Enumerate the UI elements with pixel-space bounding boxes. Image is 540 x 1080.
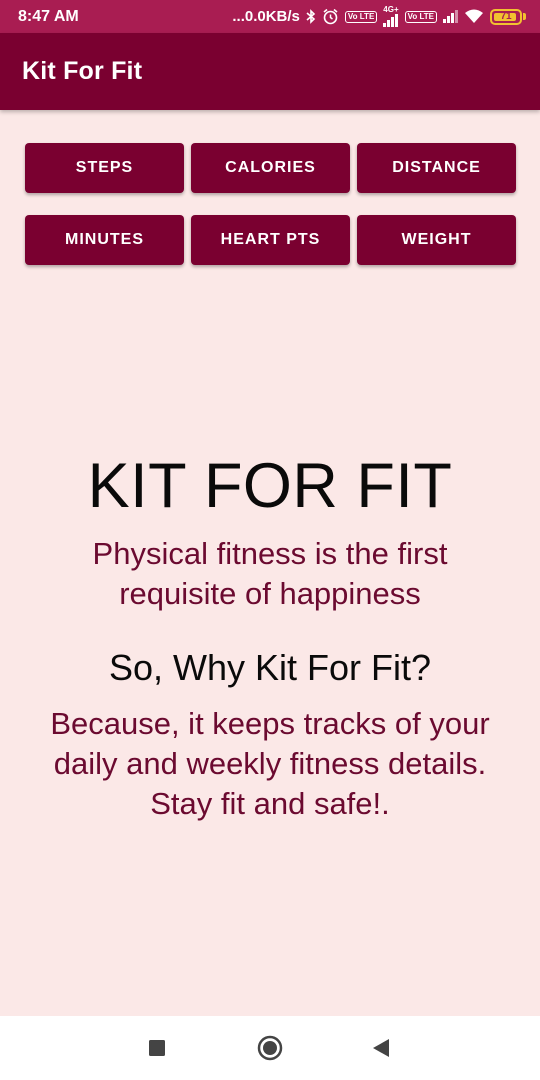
recents-square-icon[interactable] [149, 1040, 165, 1056]
app-bar: Kit For Fit [0, 33, 540, 110]
signal-4g-icon: 4G+ [383, 5, 399, 27]
network-type-label: 4G+ [383, 5, 399, 14]
back-triangle-icon[interactable] [373, 1039, 389, 1057]
status-bar: 8:47 AM ...0.0KB/s Vo LTE 4G+ Vo LTE 71 [0, 0, 540, 33]
minutes-button[interactable]: MINUTES [25, 215, 184, 265]
why-heading: So, Why Kit For Fit? [108, 647, 432, 688]
heart-pts-button[interactable]: HEART PTS [191, 215, 350, 265]
because-line: daily and weekly fitness details. [53, 746, 487, 781]
weight-button[interactable]: WEIGHT [357, 215, 516, 265]
steps-button[interactable]: STEPS [25, 143, 184, 193]
home-circle-icon[interactable] [257, 1035, 283, 1061]
intro-content: KIT FOR FIT Physical fitness is the firs… [0, 450, 540, 824]
bluetooth-icon [306, 9, 316, 24]
tagline-line: requisite of happiness [119, 576, 421, 611]
because-text: Because, it keeps tracks of your daily a… [0, 704, 540, 824]
status-time: 8:47 AM [18, 7, 79, 25]
tagline-line: Physical fitness is the first [92, 536, 448, 571]
tagline: Physical fitness is the first requisite … [0, 534, 540, 614]
battery-level: 71 [500, 11, 512, 22]
app-title: Kit For Fit [22, 57, 143, 85]
volte-icon: Vo LTE [404, 10, 437, 23]
signal-icon [443, 10, 458, 23]
because-line: Because, it keeps tracks of your [50, 706, 490, 741]
network-speed: ...0.0KB/s [232, 8, 300, 25]
wifi-icon [464, 9, 484, 24]
volte-icon: Vo LTE [344, 10, 378, 23]
alarm-icon [322, 8, 339, 25]
distance-button[interactable]: DISTANCE [357, 143, 516, 193]
calories-button[interactable]: CALORIES [191, 143, 350, 193]
because-line: Stay fit and safe!. [150, 786, 390, 821]
headline: KIT FOR FIT [87, 451, 453, 521]
status-icons: ...0.0KB/s Vo LTE 4G+ Vo LTE 71 [232, 6, 526, 27]
metric-buttons: STEPS CALORIES DISTANCE MINUTES HEART PT… [25, 143, 516, 265]
navigation-bar [0, 1016, 540, 1080]
battery-icon: 71 [490, 8, 526, 25]
